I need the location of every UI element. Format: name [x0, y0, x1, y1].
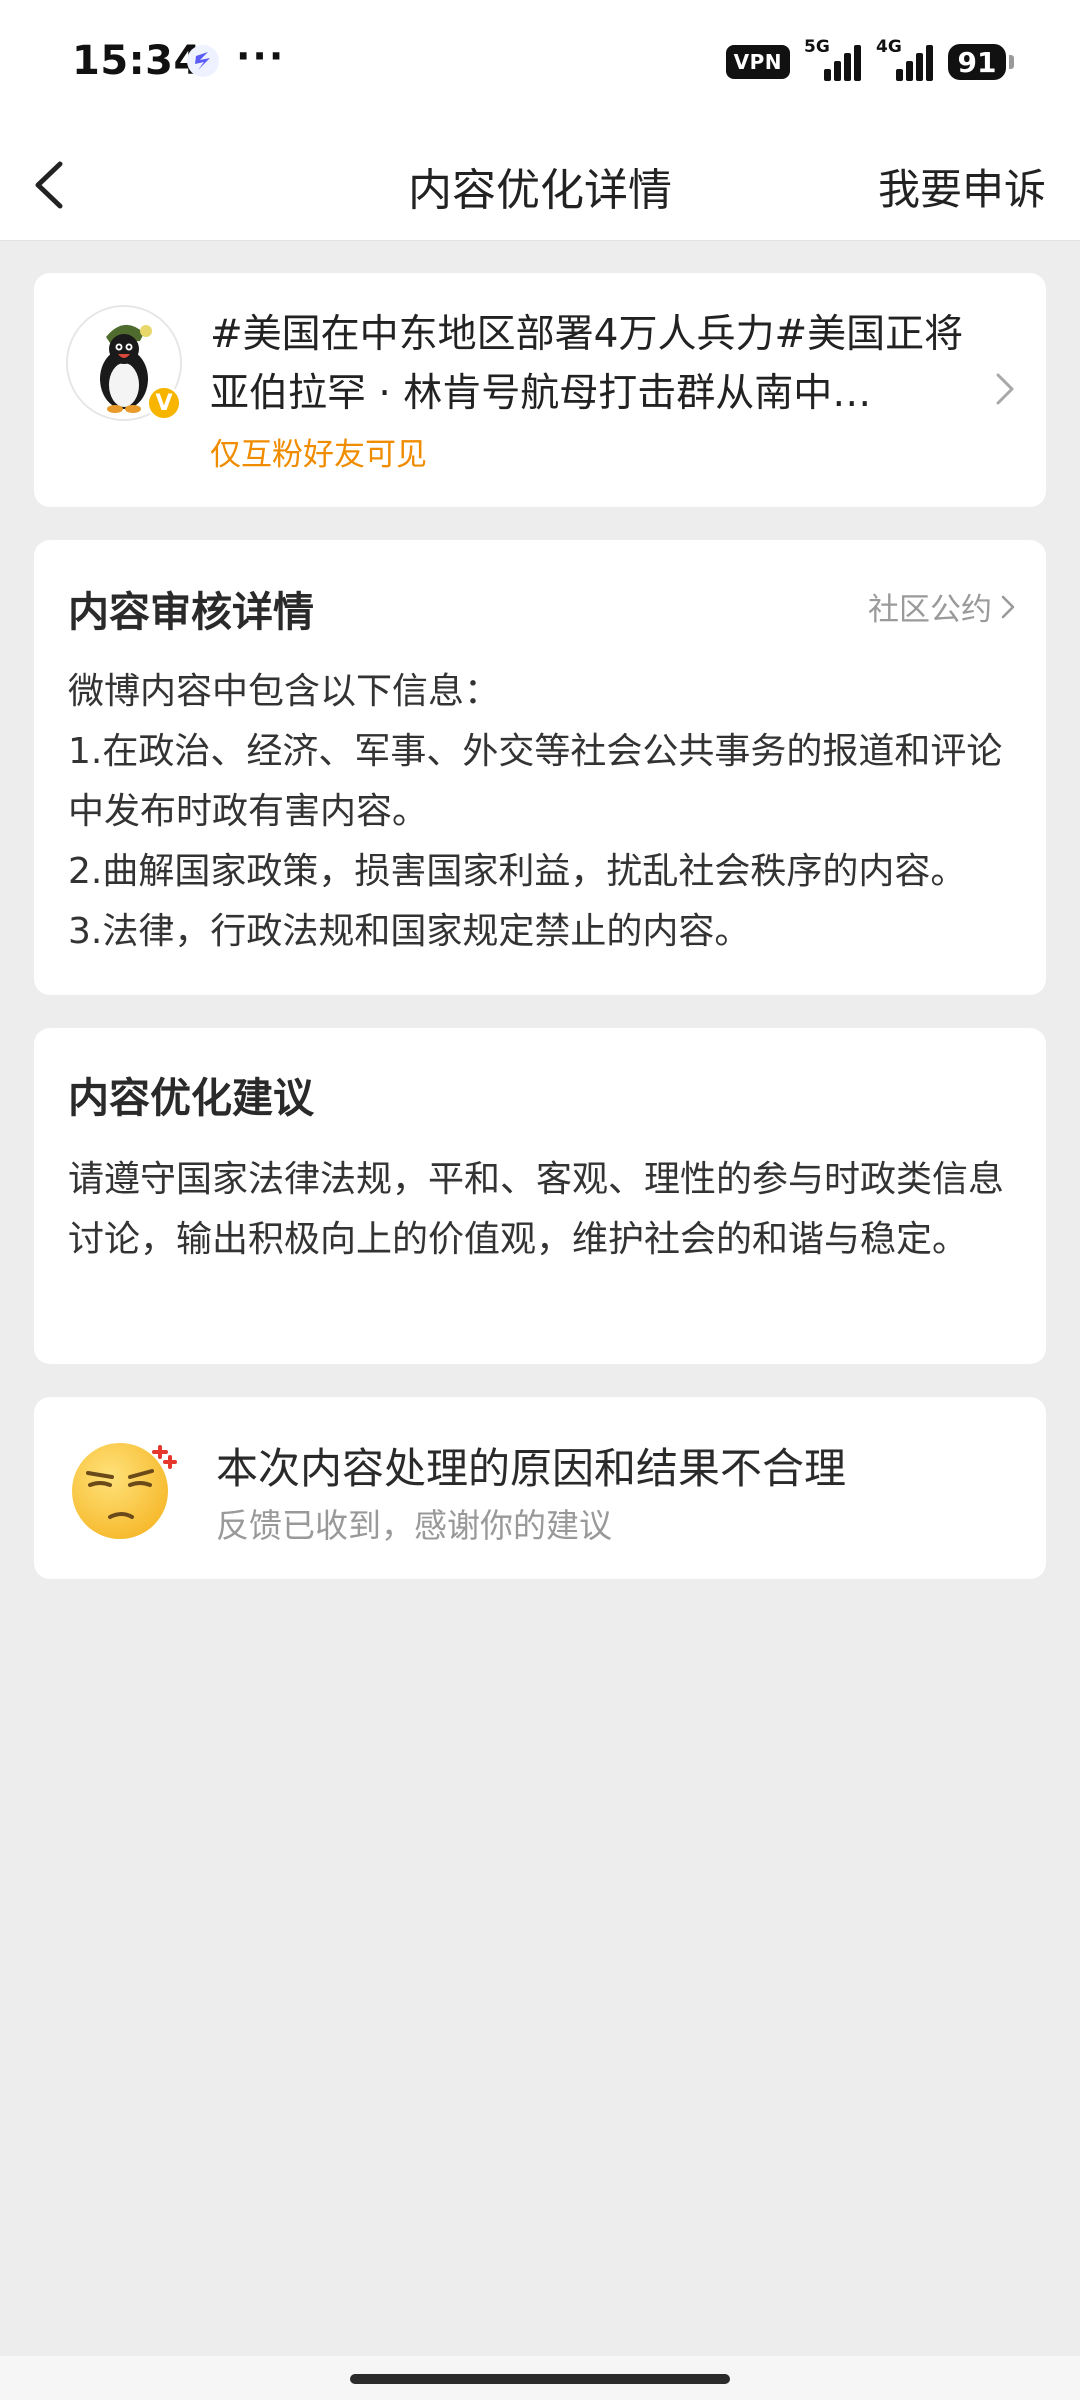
post-visibility-label: 仅互粉好友可见	[210, 437, 427, 473]
app-notification-icon	[186, 44, 220, 78]
post-card[interactable]: V #美国在中东地区部署4万人兵力#美国正将亚伯拉罕 · 林肯号航母打击群从南中…	[34, 273, 1046, 507]
verified-badge: V	[146, 385, 182, 421]
status-time: 15:34	[72, 38, 202, 84]
status-more-icon: ···	[236, 34, 286, 78]
top-navigation-bar: 内容优化详情 我要申诉	[0, 130, 1080, 241]
post-preview-text: #美国在中东地区部署4万人兵力#美国正将亚伯拉罕 · 林肯号航母打击群从南中…	[210, 312, 964, 416]
community-guidelines-label: 社区公约	[868, 592, 992, 628]
review-details-card: 内容审核详情 社区公约 微博内容中包含以下信息： 1.在政治、经济、军事、外交等…	[34, 540, 1046, 995]
feedback-subtitle: 反馈已收到，感谢你的建议	[216, 1506, 612, 1545]
battery-icon: 91	[948, 44, 1014, 80]
status-bar: 15:34 ··· VPN 5G 4G 91	[0, 0, 1080, 130]
signal-4g-icon: 4G	[876, 37, 934, 81]
home-indicator[interactable]	[350, 2374, 730, 2384]
review-item: 2.曲解国家政策，损害国家利益，扰乱社会秩序的内容。	[68, 851, 967, 892]
signal-5g-label: 5G	[804, 37, 830, 57]
feedback-card[interactable]: 本次内容处理的原因和结果不合理 反馈已收到，感谢你的建议	[34, 1397, 1046, 1579]
annoyed-face-emoji-icon	[72, 1443, 177, 1539]
back-button[interactable]	[22, 152, 82, 218]
chevron-right-icon	[996, 373, 1014, 405]
review-details-title: 内容审核详情	[68, 588, 314, 636]
avatar: V	[66, 305, 182, 421]
signal-4g-label: 4G	[876, 37, 902, 57]
suggestion-title: 内容优化建议	[68, 1074, 314, 1122]
vpn-badge: VPN	[725, 45, 790, 79]
suggestion-body: 请遵守国家法律法规，平和、客观、理性的参与时政类信息讨论，输出积极向上的价值观，…	[68, 1159, 1005, 1260]
signal-5g-icon: 5G	[804, 37, 862, 81]
optimization-suggestion-card: 内容优化建议 请遵守国家法律法规，平和、客观、理性的参与时政类信息讨论，输出积极…	[34, 1028, 1046, 1364]
status-indicators: VPN 5G 4G 91	[725, 37, 1014, 84]
review-intro: 微博内容中包含以下信息：	[68, 671, 501, 712]
feedback-title: 本次内容处理的原因和结果不合理	[216, 1444, 847, 1493]
chevron-left-icon	[35, 161, 63, 209]
review-item: 1.在政治、经济、军事、外交等社会公共事务的报道和评论中发布时政有害内容。	[68, 731, 1003, 832]
appeal-button[interactable]: 我要申诉	[878, 156, 1046, 217]
review-item: 3.法律，行政法规和国家规定禁止的内容。	[68, 911, 751, 952]
chevron-right-icon	[1001, 595, 1015, 618]
review-details-body: 微博内容中包含以下信息： 1.在政治、经济、军事、外交等社会公共事务的报道和评论…	[68, 662, 1016, 962]
community-guidelines-link[interactable]: 社区公约	[868, 584, 1016, 629]
battery-level: 91	[948, 44, 1006, 80]
